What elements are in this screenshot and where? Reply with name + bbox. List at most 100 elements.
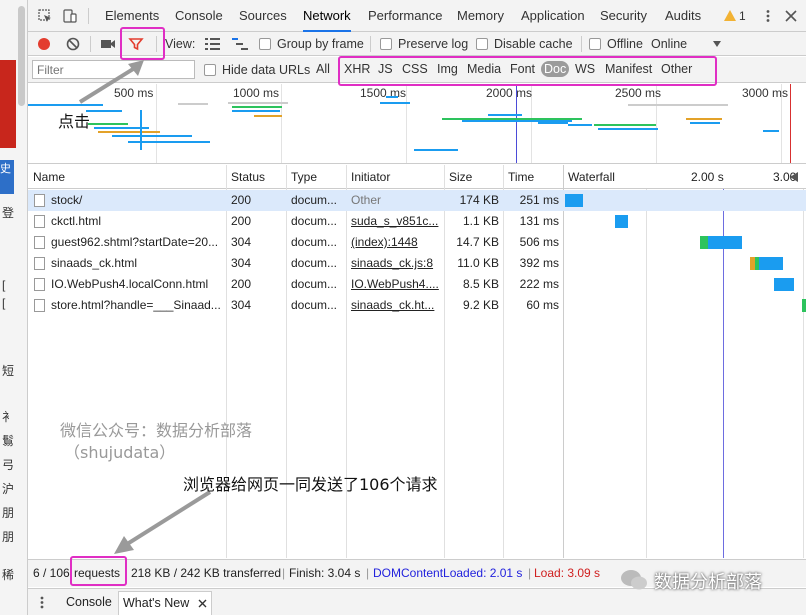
column-header-initiator[interactable]: Initiator — [346, 165, 444, 189]
page-text: [ — [2, 296, 6, 310]
overview-bar — [254, 115, 282, 117]
hide-data-urls-checkbox[interactable] — [204, 64, 216, 76]
offline-checkbox[interactable] — [589, 38, 601, 50]
screenshot-camera-icon[interactable] — [100, 37, 116, 51]
request-status: 304 — [231, 256, 252, 270]
large-rows-icon[interactable] — [205, 38, 220, 50]
tab-application[interactable]: Application — [521, 0, 585, 32]
toolbar-divider — [581, 36, 582, 52]
toolbar-divider — [90, 36, 91, 52]
record-icon[interactable] — [36, 36, 52, 52]
sort-arrow-icon[interactable] — [790, 172, 798, 182]
close-tab-icon[interactable] — [198, 599, 207, 608]
waterfall-bar — [774, 278, 794, 291]
throttle-select[interactable]: Online — [651, 37, 687, 51]
page-blue-block: 史 — [0, 160, 14, 194]
column-header-status[interactable]: Status — [226, 165, 286, 189]
overview-bar — [178, 103, 208, 105]
drawer-tab-whats-new[interactable]: What's New — [118, 591, 212, 615]
view-label: View: — [165, 37, 196, 51]
clear-icon[interactable] — [65, 36, 81, 52]
tab-console[interactable]: Console — [175, 0, 223, 32]
dom-content-loaded-time: DOMContentLoaded: 2.01 s — [373, 566, 523, 580]
tabbar-divider — [88, 8, 89, 24]
overview-bar — [538, 122, 568, 124]
request-name: guest962.shtml?startDate=20... — [51, 235, 219, 249]
request-name: stock/ — [51, 193, 83, 207]
request-status: 304 — [231, 298, 252, 312]
request-type: docum... — [291, 256, 338, 270]
chevron-down-icon[interactable] — [712, 40, 722, 48]
offline-label: Offline — [607, 37, 643, 51]
overview-tick: 2000 ms — [486, 86, 533, 100]
waterfall-tick: 2.00 s — [691, 170, 724, 184]
column-header-name[interactable]: Name — [28, 165, 226, 189]
column-header-waterfall[interactable]: Waterfall 2.00 s 3.00 — [563, 165, 806, 189]
table-row[interactable]: ckctl.html 200 docum... suda_s_v851c... … — [28, 211, 806, 232]
request-type: docum... — [291, 235, 338, 249]
table-row[interactable]: IO.WebPush4.localConn.html 200 docum... … — [28, 274, 806, 295]
more-options-icon[interactable] — [761, 9, 775, 23]
warning-count: 1 — [739, 9, 746, 23]
request-size: 11.0 KB — [457, 256, 499, 270]
filter-type-all[interactable]: All — [316, 62, 330, 76]
column-header-type[interactable]: Type — [286, 165, 346, 189]
column-header-time[interactable]: Time — [503, 165, 563, 189]
overview-waterfall-icon[interactable] — [232, 38, 248, 50]
drawer-menu-icon[interactable] — [40, 596, 44, 609]
preserve-log-checkbox[interactable] — [380, 38, 392, 50]
group-by-frame-checkbox[interactable] — [259, 38, 271, 50]
table-row[interactable]: store.html?handle=___Sinaad... 304 docum… — [28, 295, 806, 316]
request-initiator-link[interactable]: (index):1448 — [351, 232, 441, 253]
request-time: 222 ms — [519, 277, 559, 291]
drawer-tab-console[interactable]: Console — [66, 589, 112, 615]
request-initiator: Other — [351, 193, 382, 207]
tab-network[interactable]: Network — [303, 0, 351, 32]
tab-security[interactable]: Security — [600, 0, 647, 32]
overview-bar — [88, 123, 128, 125]
table-row[interactable]: sinaads_ck.html 304 docum... sinaads_ck.… — [28, 253, 806, 274]
inspect-element-icon[interactable] — [38, 9, 52, 23]
background-page-strip: 史 登 [ [ 短 衤 鬄 弓 沪 朋 朋 稀 — [0, 0, 28, 615]
document-icon — [34, 278, 45, 291]
overview-bar — [232, 110, 280, 112]
document-icon — [34, 236, 45, 249]
warning-badge[interactable]: 1 — [724, 9, 746, 23]
page-text: 朋 — [2, 530, 15, 544]
table-row[interactable]: stock/ 200 docum... Other 174 KB 251 ms — [28, 190, 806, 211]
overview-tick: 1000 ms — [233, 86, 280, 100]
tab-performance[interactable]: Performance — [368, 0, 442, 32]
watermark-line-2: （shujudata） — [64, 443, 176, 462]
tab-sources[interactable]: Sources — [239, 0, 287, 32]
table-row[interactable]: guest962.shtml?startDate=20... 304 docum… — [28, 232, 806, 253]
request-initiator-link[interactable]: sinaads_ck.js:8 — [351, 253, 441, 274]
request-size: 8.5 KB — [462, 277, 499, 291]
overview-tick: 1500 ms — [360, 86, 407, 100]
request-initiator-link[interactable]: suda_s_v851c... — [351, 211, 441, 232]
wechat-logo-icon — [621, 570, 647, 590]
request-initiator-link[interactable]: IO.WebPush4.... — [351, 274, 441, 295]
tab-memory[interactable]: Memory — [457, 0, 504, 32]
overview-bar — [112, 135, 192, 137]
request-type: docum... — [291, 277, 338, 291]
overview-bar — [232, 106, 282, 108]
requests-count-highlight — [70, 556, 127, 586]
warning-icon — [724, 10, 736, 21]
request-type: docum... — [291, 298, 338, 312]
close-devtools-icon[interactable] — [784, 9, 798, 23]
request-initiator-link[interactable]: sinaads_ck.ht... — [351, 295, 441, 316]
page-scrollbar[interactable] — [18, 6, 25, 106]
page-text: 朋 — [2, 506, 15, 520]
document-icon — [34, 194, 45, 207]
column-header-size[interactable]: Size — [444, 165, 503, 189]
request-status: 200 — [231, 277, 252, 291]
request-name: IO.WebPush4.localConn.html — [51, 277, 209, 291]
device-toolbar-icon[interactable] — [63, 9, 77, 23]
tab-audits[interactable]: Audits — [665, 0, 701, 32]
dom-content-loaded-marker — [516, 84, 517, 163]
request-status: 200 — [231, 193, 252, 207]
page-text: 衤 — [2, 410, 15, 424]
toolbar-divider — [370, 36, 371, 52]
logo-text: 数据分析部落 — [654, 572, 762, 593]
disable-cache-checkbox[interactable] — [476, 38, 488, 50]
